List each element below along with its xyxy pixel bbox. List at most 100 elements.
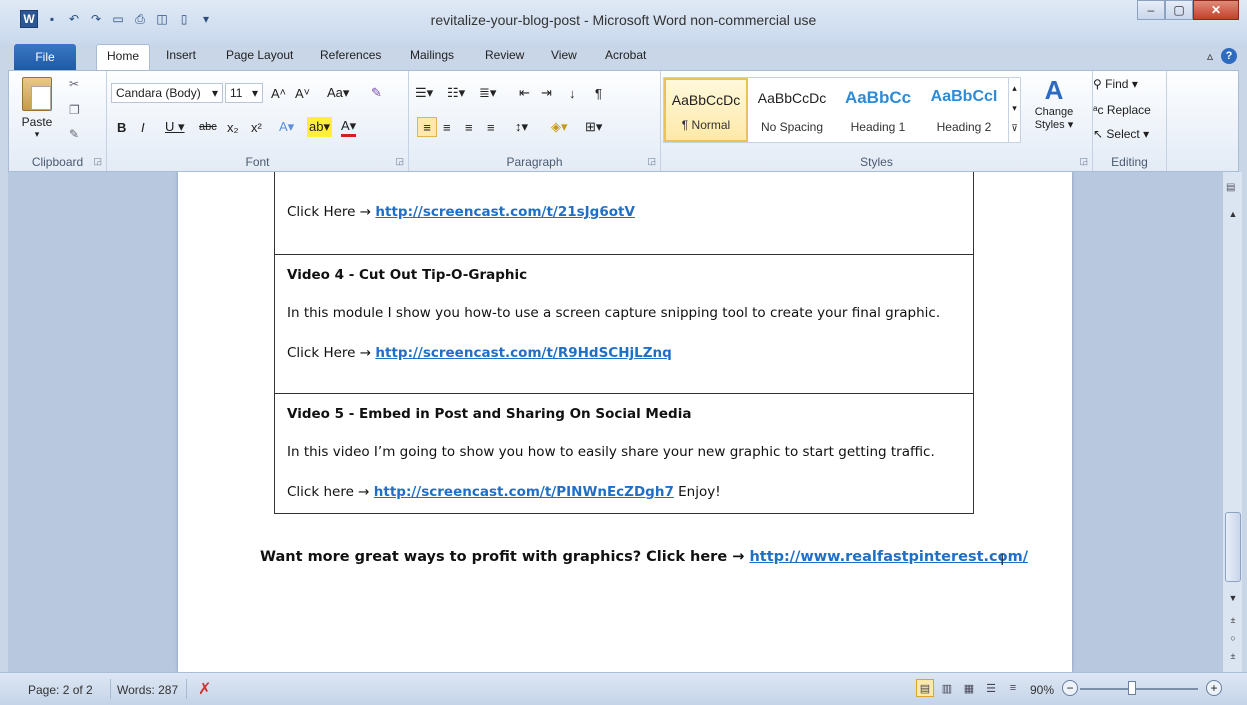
maximize-button[interactable]: ▢ xyxy=(1165,0,1193,20)
tab-mailings[interactable]: Mailings xyxy=(410,48,454,62)
style-normal[interactable]: AaBbCcDc ¶ Normal xyxy=(664,78,748,142)
tab-home[interactable]: Home xyxy=(96,44,151,71)
justify-icon[interactable]: ≡ xyxy=(487,117,495,137)
change-case-icon[interactable]: Aa▾ xyxy=(327,83,349,103)
scroll-up-icon[interactable]: ▲ xyxy=(1223,206,1243,222)
zoom-slider[interactable] xyxy=(1080,688,1198,690)
document-page[interactable]: Click Here → http://screencast.com/t/21s… xyxy=(178,172,1072,672)
table-cell: Video 5 - Embed in Post and Sharing On S… xyxy=(275,393,973,513)
change-styles-label: Change Styles ▾ xyxy=(1034,106,1074,131)
style-heading-1[interactable]: AaBbCc Heading 1 xyxy=(836,78,920,142)
shading-icon[interactable]: ◈▾ xyxy=(551,117,568,137)
style-name: Heading 2 xyxy=(936,120,992,134)
word-count[interactable]: Words: 287 xyxy=(117,683,178,697)
styles-launcher-icon[interactable]: ◲ xyxy=(1079,156,1088,167)
select-button[interactable]: ↖ Select ▾ xyxy=(1093,127,1149,141)
replace-icon: ᵃc xyxy=(1093,103,1104,117)
borders-icon[interactable]: ⊞▾ xyxy=(585,117,602,137)
tab-right-controls: ▵ ? xyxy=(1207,48,1237,64)
screencast-link-1[interactable]: http://screencast.com/t/21sJg6otV xyxy=(375,204,635,220)
numbering-icon[interactable]: ☷▾ xyxy=(447,83,465,103)
draft-view-icon[interactable]: ≡ xyxy=(1004,679,1022,697)
scroll-thumb[interactable] xyxy=(1225,512,1241,582)
print-layout-view-icon[interactable]: ▤ xyxy=(916,679,934,697)
view-ruler-icon[interactable]: ▤ xyxy=(1226,182,1240,194)
click-here-label: Click here → xyxy=(287,484,370,500)
clear-formatting-icon[interactable]: ✎ xyxy=(371,83,382,103)
zoom-level[interactable]: 90% xyxy=(1030,683,1054,697)
font-name-select[interactable]: Candara (Body) ▾ xyxy=(111,83,223,103)
tab-acrobat[interactable]: Acrobat xyxy=(605,48,646,62)
italic-icon[interactable]: I xyxy=(141,117,145,137)
multilevel-list-icon[interactable]: ≣▾ xyxy=(479,83,496,103)
paste-button[interactable]: Paste ▾ xyxy=(15,77,59,140)
copy-icon[interactable]: ❐ xyxy=(69,103,80,117)
style-no-spacing[interactable]: AaBbCcDc No Spacing xyxy=(750,78,834,142)
vertical-scrollbar[interactable]: ▤ ▲ ▼ ± ○ ± xyxy=(1222,172,1242,672)
tab-review[interactable]: Review xyxy=(485,48,524,62)
sort-icon[interactable]: ↓ xyxy=(569,83,576,103)
tab-references[interactable]: References xyxy=(320,48,381,62)
strikethrough-icon[interactable]: abc xyxy=(199,117,217,137)
bullets-icon[interactable]: ☰▾ xyxy=(415,83,433,103)
full-screen-reading-view-icon[interactable]: ▥ xyxy=(938,679,956,697)
screencast-link-3[interactable]: http://screencast.com/t/PINWnEcZDgh7 xyxy=(374,484,674,500)
subscript-icon[interactable]: x₂ xyxy=(227,117,239,137)
text-effects-icon[interactable]: A▾ xyxy=(279,117,294,137)
tab-insert[interactable]: Insert xyxy=(166,48,196,62)
highlight-icon[interactable]: ab▾ xyxy=(307,117,332,137)
replace-button[interactable]: ᵃc Replace xyxy=(1093,103,1151,117)
tab-file[interactable]: File xyxy=(14,44,76,70)
zoom-slider-thumb[interactable] xyxy=(1128,681,1136,695)
cut-icon[interactable]: ✂ xyxy=(69,77,79,91)
increase-indent-icon[interactable]: ⇥ xyxy=(541,83,552,103)
align-right-icon[interactable]: ≡ xyxy=(465,117,473,137)
find-button[interactable]: ⚲ Find ▾ xyxy=(1093,77,1138,91)
change-styles-button[interactable]: A Change Styles ▾ xyxy=(1029,75,1079,131)
superscript-icon[interactable]: x² xyxy=(251,117,262,137)
minimize-button[interactable]: – xyxy=(1137,0,1165,20)
bold-icon[interactable]: B xyxy=(117,117,126,137)
show-formatting-icon[interactable]: ¶ xyxy=(595,83,602,103)
shrink-font-icon[interactable]: A ˅ xyxy=(295,83,310,103)
click-here-line: Click Here → http://screencast.com/t/21s… xyxy=(287,204,635,220)
font-group: Candara (Body) ▾ 11 ▾ A ˄ A ˅ Aa▾ ✎ B I U … xyxy=(107,71,409,171)
styles-scroll[interactable]: ▴ ▾ ⊽ xyxy=(1008,78,1020,142)
outline-view-icon[interactable]: ☰ xyxy=(982,679,1000,697)
select-browse-object-icon[interactable]: ○ xyxy=(1223,630,1243,646)
scroll-down-icon[interactable]: ▼ xyxy=(1223,590,1243,606)
grow-font-icon[interactable]: A ˄ xyxy=(271,83,286,103)
zoom-out-icon[interactable]: − xyxy=(1062,680,1078,696)
minimize-ribbon-icon[interactable]: ▵ xyxy=(1207,49,1213,63)
align-left-icon[interactable]: ≡ xyxy=(417,117,437,137)
line-spacing-icon[interactable]: ↕▾ xyxy=(515,117,528,137)
web-layout-view-icon[interactable]: ▦ xyxy=(960,679,978,697)
clipboard-launcher-icon[interactable]: ◲ xyxy=(93,156,102,167)
proofing-icon[interactable]: ✗ xyxy=(198,679,211,699)
paragraph-launcher-icon[interactable]: ◲ xyxy=(647,156,656,167)
realfastpinterest-link[interactable]: http://www.realfastpinterest.com/ xyxy=(749,549,1028,565)
font-launcher-icon[interactable]: ◲ xyxy=(395,156,404,167)
zoom-in-icon[interactable]: + xyxy=(1206,680,1222,696)
style-heading-2[interactable]: AaBbCcI Heading 2 xyxy=(922,78,1006,142)
binoculars-icon: ⚲ xyxy=(1093,77,1102,91)
help-icon[interactable]: ? xyxy=(1221,48,1237,64)
close-button[interactable]: ✕ xyxy=(1193,0,1239,20)
tab-page-layout[interactable]: Page Layout xyxy=(226,48,293,62)
decrease-indent-icon[interactable]: ⇤ xyxy=(519,83,530,103)
align-center-icon[interactable]: ≡ xyxy=(443,117,451,137)
screencast-link-2[interactable]: http://screencast.com/t/R9HdSCHjLZnq xyxy=(375,345,671,361)
chevron-down-icon: ▾ xyxy=(211,86,218,100)
font-size-select[interactable]: 11 ▾ xyxy=(225,83,263,103)
paste-dropdown-icon[interactable]: ▾ xyxy=(15,129,59,140)
underline-icon[interactable]: U ▾ xyxy=(165,117,185,137)
tab-view[interactable]: View xyxy=(551,48,577,62)
next-page-icon[interactable]: ± xyxy=(1223,648,1243,664)
format-painter-icon[interactable]: ✎ xyxy=(69,127,79,141)
page-count[interactable]: Page: 2 of 2 xyxy=(28,683,93,697)
video-description: In this module I show you how-to use a s… xyxy=(287,305,941,321)
click-here-line: Click here → http://screencast.com/t/PIN… xyxy=(287,484,721,500)
font-color-icon[interactable]: A▾ xyxy=(341,117,357,137)
editing-label: Editing xyxy=(1111,155,1148,169)
previous-page-icon[interactable]: ± xyxy=(1223,612,1243,628)
